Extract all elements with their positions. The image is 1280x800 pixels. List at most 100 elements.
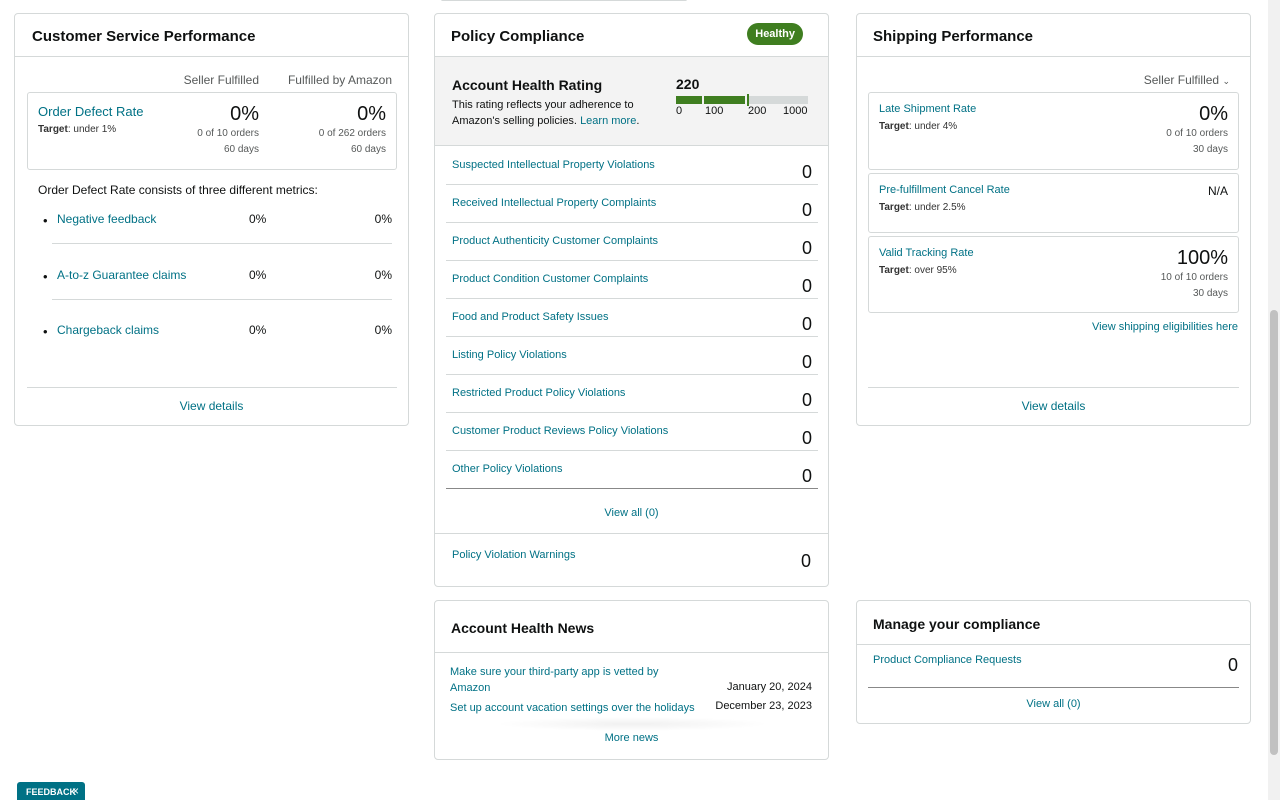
a-to-z-claims-link[interactable]: A-to-z Guarantee claims — [57, 268, 186, 282]
meter-label: 100 — [705, 105, 724, 117]
scrollbar-thumb[interactable] — [1270, 310, 1278, 755]
metric-seller-value: 0% — [249, 212, 267, 226]
policy-violation-warnings-link[interactable]: Policy Violation Warnings — [452, 549, 576, 561]
policy-count: 0 — [801, 276, 812, 296]
odr-fba: 0% 0 of 262 orders 60 days — [319, 103, 386, 158]
valid-tracking-box: Valid Tracking Rate Target: over 95% 100… — [868, 236, 1239, 313]
reviews-policy-violations-link[interactable]: Customer Product Reviews Policy Violatio… — [452, 425, 668, 437]
col-seller-fulfilled: Seller Fulfilled — [183, 73, 259, 87]
policy-row: Listing Policy Violations 0 — [446, 337, 818, 375]
learn-more-link[interactable]: Learn more — [580, 115, 636, 127]
late-orders: 0 of 10 orders — [1166, 128, 1228, 139]
order-defect-rate-link[interactable]: Order Defect Rate — [38, 104, 144, 119]
condition-complaints-link[interactable]: Product Condition Customer Complaints — [452, 273, 648, 285]
tracking-values: 100% 10 of 10 orders 30 days — [1161, 247, 1228, 302]
divider — [868, 687, 1239, 688]
top-divider — [441, 0, 687, 1]
feedback-button[interactable]: FEEDBACK × — [17, 782, 85, 800]
odr-fba-pct: 0% — [357, 103, 386, 125]
shipping-title: Shipping Performance — [873, 28, 1034, 45]
policy-count: 0 — [801, 238, 812, 258]
shipping-view-details-link[interactable]: View details — [857, 399, 1250, 413]
policy-header: Policy Compliance Healthy — [435, 14, 828, 57]
chargeback-claims-link[interactable]: Chargeback claims — [57, 323, 159, 337]
target-label: Target — [38, 124, 68, 135]
metric-fba-value: 0% — [374, 268, 392, 282]
more-news-link[interactable]: More news — [435, 732, 828, 744]
odr-consists-text: Order Defect Rate consists of three diff… — [38, 183, 318, 197]
policy-violation-warnings: Policy Violation Warnings 0 — [435, 533, 828, 586]
policy-count: 0 — [801, 314, 812, 334]
odr-seller-pct: 0% — [230, 103, 259, 125]
ahr-meter — [676, 94, 808, 106]
account-health-rating: Account Health Rating This rating reflec… — [435, 57, 828, 146]
negative-feedback-link[interactable]: Negative feedback — [57, 212, 156, 226]
policy-row: Product Authenticity Customer Complaints… — [446, 223, 818, 261]
policy-row: Customer Product Reviews Policy Violatio… — [446, 413, 818, 451]
authenticity-complaints-link[interactable]: Product Authenticity Customer Complaints — [452, 235, 658, 247]
chevron-down-icon: ⌄ — [1222, 76, 1230, 86]
policy-count: 0 — [801, 466, 812, 486]
policy-count: 0 — [801, 200, 812, 220]
scrollbar-track[interactable] — [1268, 0, 1280, 800]
manage-compliance-card: Manage your compliance Product Complianc… — [856, 600, 1251, 724]
healthy-badge: Healthy — [747, 23, 803, 45]
late-shipment-rate-link[interactable]: Late Shipment Rate — [879, 103, 976, 115]
tracking-orders: 10 of 10 orders — [1160, 272, 1228, 283]
cancel-target: Target: under 2.5% — [879, 202, 966, 213]
customer-service-header: Customer Service Performance — [15, 14, 408, 57]
other-policy-violations-link[interactable]: Other Policy Violations — [452, 463, 562, 475]
metric-fba-value: 0% — [374, 323, 392, 337]
fulfillment-select[interactable]: Seller Fulfilled ⌄ — [1144, 73, 1230, 87]
metric-seller-value: 0% — [249, 268, 267, 282]
policy-count: 0 — [801, 352, 812, 372]
tracking-target: Target: over 95% — [879, 265, 957, 276]
policy-row: Other Policy Violations 0 — [446, 451, 818, 489]
metric-row: • Chargeback claims 0% 0% — [43, 323, 393, 343]
manage-compliance-title: Manage your compliance — [873, 616, 1041, 632]
late-target: Target: under 4% — [879, 121, 957, 132]
customer-service-card: Customer Service Performance Seller Fulf… — [14, 13, 409, 426]
pre-fulfillment-cancel-rate-link[interactable]: Pre-fulfillment Cancel Rate — [879, 184, 1010, 196]
shipping-header: Shipping Performance — [857, 14, 1250, 57]
meter-labels: 0 100 200 1000 — [676, 105, 816, 119]
metric-seller-value: 0% — [249, 323, 267, 337]
policy-view-all-link[interactable]: View all (0) — [435, 507, 828, 519]
bullet: • — [43, 324, 48, 339]
cs-view-details-link[interactable]: View details — [15, 399, 408, 413]
compliance-requests-count: 0 — [1227, 655, 1238, 675]
divider — [52, 299, 392, 300]
metric-fba-value: 0% — [374, 212, 392, 226]
tracking-days: 30 days — [1192, 288, 1228, 299]
news-item-link[interactable]: Set up account vacation settings over th… — [450, 700, 695, 716]
news-item-link[interactable]: Make sure your third-party app is vetted… — [450, 664, 690, 696]
product-compliance-requests-link[interactable]: Product Compliance Requests — [873, 654, 1022, 666]
listing-policy-violations-link[interactable]: Listing Policy Violations — [452, 349, 567, 361]
close-icon[interactable]: × — [72, 784, 79, 798]
restricted-product-violations-link[interactable]: Restricted Product Policy Violations — [452, 387, 625, 399]
policy-compliance-card: Policy Compliance Healthy Account Health… — [434, 13, 829, 587]
valid-tracking-rate-link[interactable]: Valid Tracking Rate — [879, 247, 974, 259]
suspected-ip-violations-link[interactable]: Suspected Intellectual Property Violatio… — [452, 159, 655, 171]
policy-row: Received Intellectual Property Complaint… — [446, 185, 818, 223]
meter-segment — [704, 96, 745, 104]
manage-view-all-link[interactable]: View all (0) — [857, 698, 1250, 710]
news-item: Set up account vacation settings over th… — [450, 700, 812, 716]
meter-label: 1000 — [783, 105, 808, 117]
food-safety-issues-link[interactable]: Food and Product Safety Issues — [452, 311, 609, 323]
divider — [857, 644, 1250, 645]
meter-label: 200 — [748, 105, 767, 117]
target-value: : under 2.5% — [908, 202, 966, 213]
odr-fba-days: 60 days — [350, 144, 386, 155]
meter-label: 0 — [676, 105, 683, 117]
policy-list: Suspected Intellectual Property Violatio… — [446, 147, 818, 489]
late-shipment-box: Late Shipment Rate Target: under 4% 0% 0… — [868, 92, 1239, 170]
shipping-eligibilities-link[interactable]: View shipping eligibilities here — [1092, 321, 1238, 333]
received-ip-complaints-link[interactable]: Received Intellectual Property Complaint… — [452, 197, 656, 209]
ahr-title: Account Health Rating — [452, 77, 603, 93]
odr-seller-orders: 0 of 10 orders — [197, 128, 259, 139]
news-item-date: December 23, 2023 — [715, 700, 812, 712]
target-label: Target — [879, 202, 909, 213]
order-defect-rate-box: Order Defect Rate Target: under 1% 0% 0 … — [27, 92, 397, 170]
divider — [27, 387, 397, 388]
